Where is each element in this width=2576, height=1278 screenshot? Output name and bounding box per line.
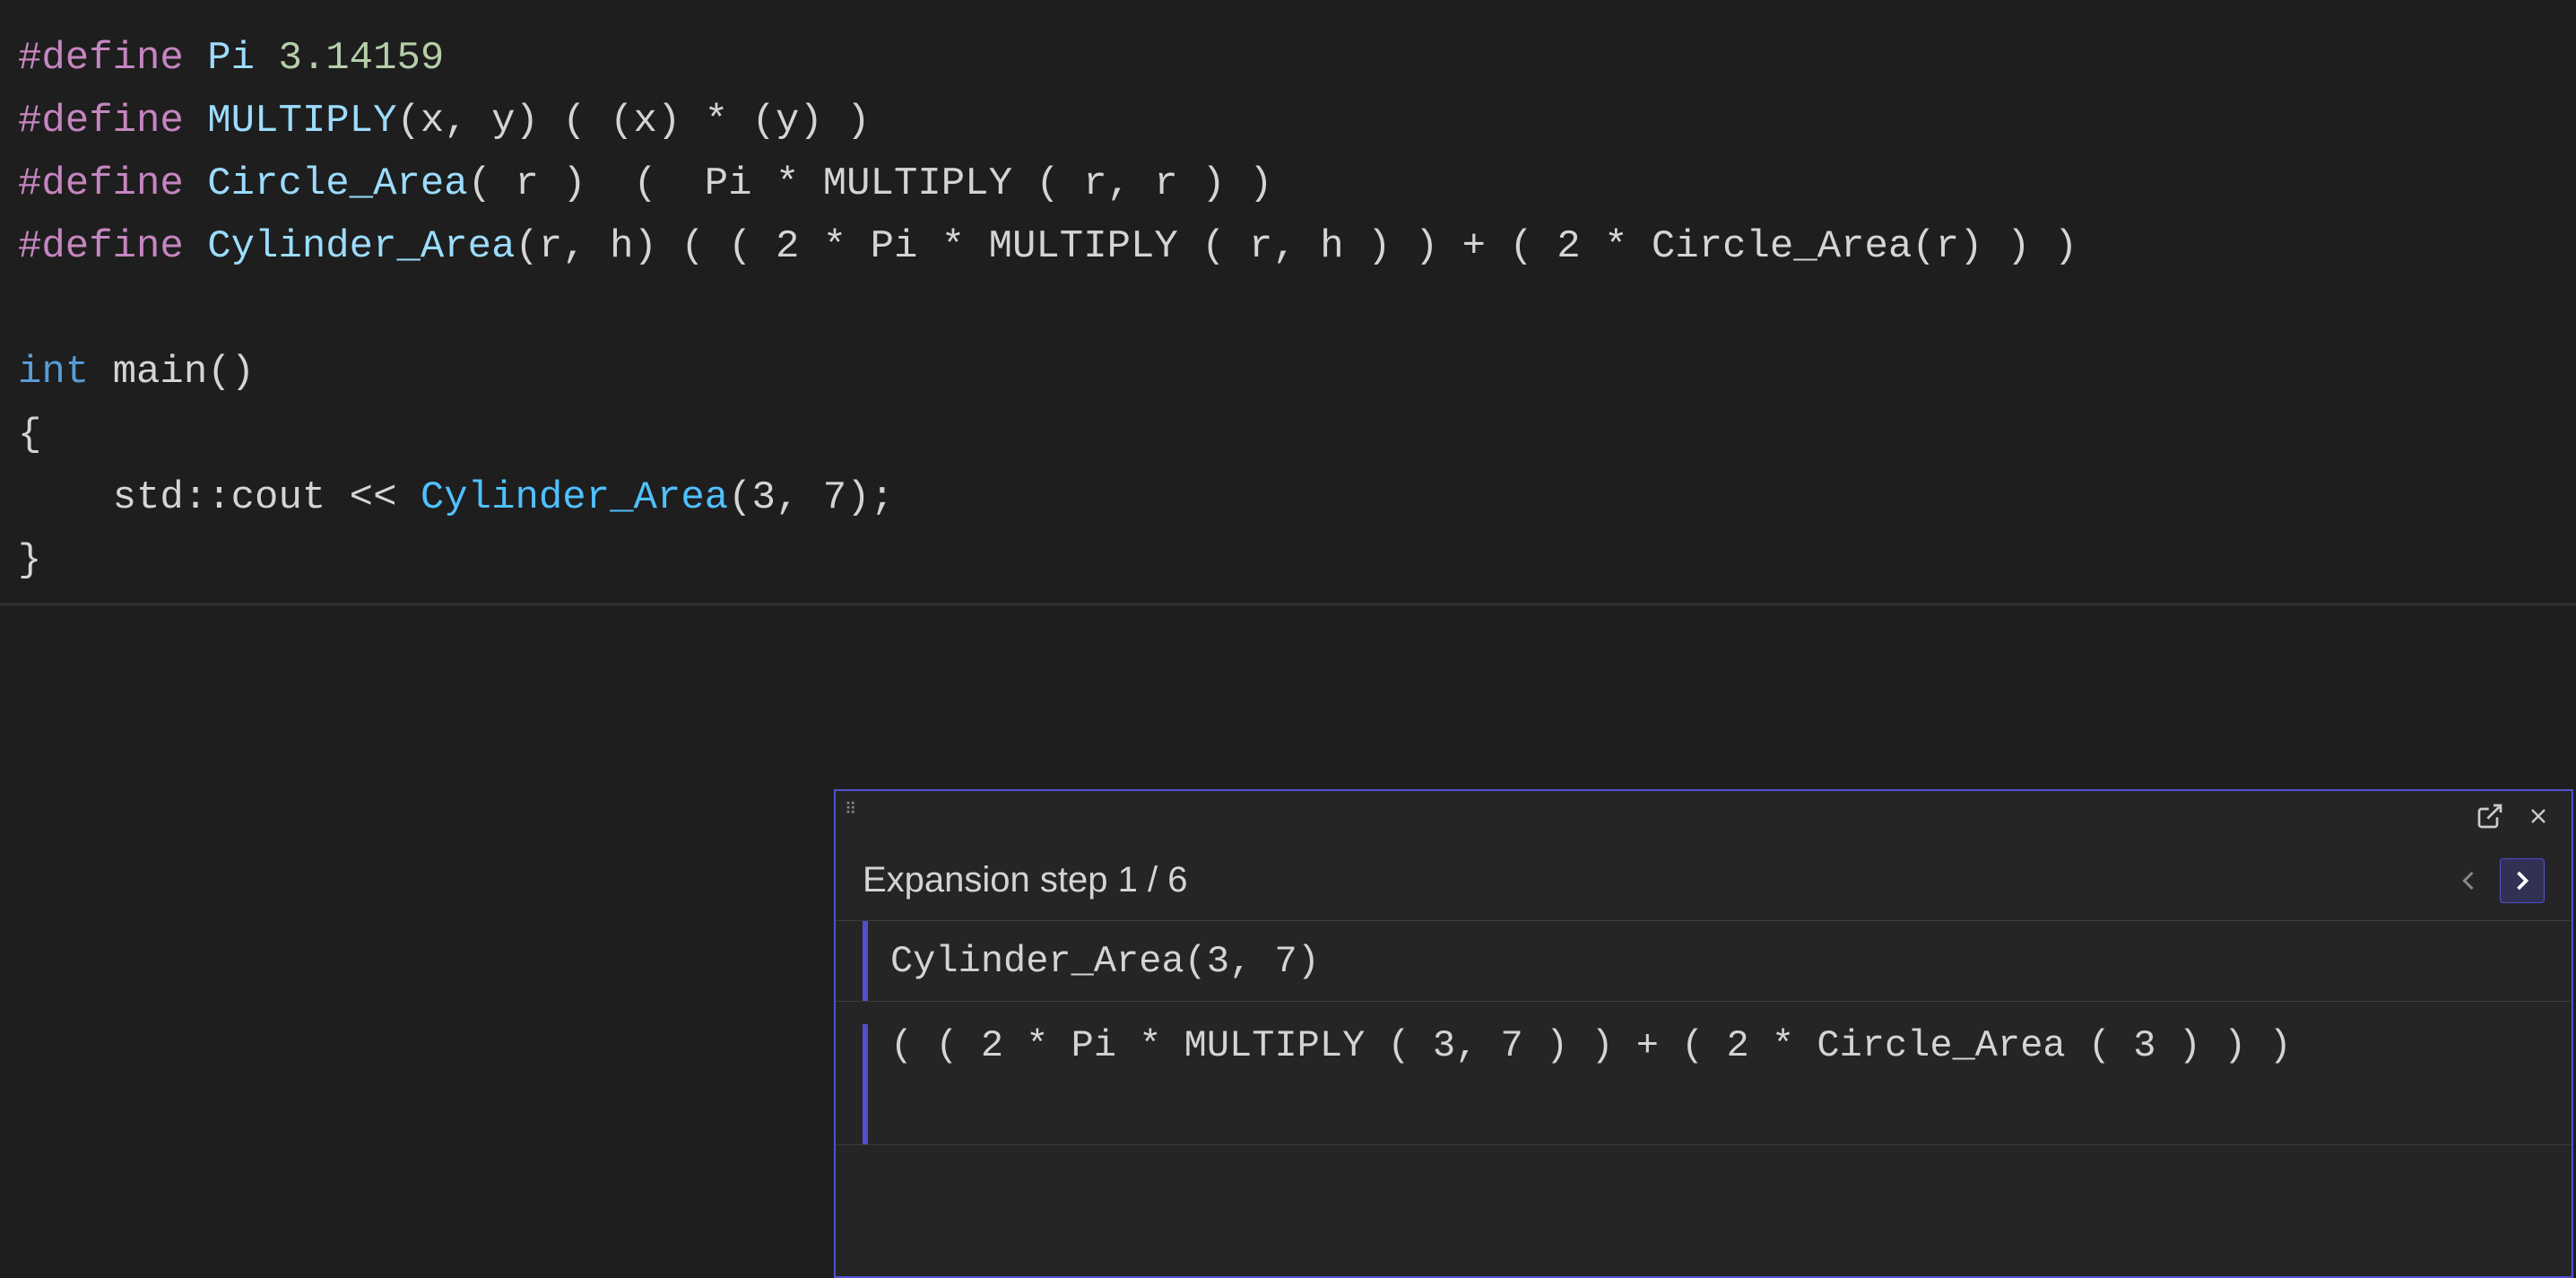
code-line-2: #define MULTIPLY(x, y) ( (x) * (y) ) bbox=[0, 90, 2576, 152]
define-name-cylinder-area: Cylinder_Area bbox=[207, 215, 515, 278]
define-keyword-2: #define bbox=[18, 90, 207, 152]
pi-value: 3.14159 bbox=[255, 27, 444, 90]
drag-handle[interactable]: ⠿ bbox=[845, 800, 858, 820]
panel-header: Expansion step 1 / 6 bbox=[836, 840, 2572, 921]
external-link-icon bbox=[2476, 802, 2504, 830]
main-func: main() bbox=[89, 341, 255, 404]
define-keyword-3: #define bbox=[18, 152, 207, 215]
define-name-pi: Pi bbox=[207, 27, 255, 90]
panel-content-area: Cylinder_Area(3, 7) ( ( 2 * Pi * MULTIPL… bbox=[836, 921, 2572, 1276]
call-args: (3, 7); bbox=[728, 466, 894, 529]
open-brace: { bbox=[18, 404, 41, 466]
row-accent-bar-1 bbox=[863, 921, 868, 1001]
row-accent-bar-2 bbox=[863, 1024, 868, 1144]
circle-area-args: ( r ) ( Pi * MULTIPLY ( r, r ) ) bbox=[468, 152, 1273, 215]
define-name-circle-area: Circle_Area bbox=[207, 152, 467, 215]
close-icon bbox=[2526, 804, 2551, 829]
define-keyword-4: #define bbox=[18, 215, 207, 278]
code-line-9: } bbox=[0, 529, 2576, 592]
cylinder-area-args: (r, h) ( ( 2 * Pi * MULTIPLY ( r, h ) ) … bbox=[516, 215, 2078, 278]
close-brace: } bbox=[18, 529, 41, 592]
code-line-5 bbox=[0, 278, 2576, 341]
forward-nav-button[interactable] bbox=[2500, 858, 2545, 903]
back-nav-button[interactable] bbox=[2446, 858, 2491, 903]
define-name-multiply: MULTIPLY bbox=[207, 90, 396, 152]
forward-icon bbox=[2506, 865, 2538, 897]
define-keyword-1: #define bbox=[18, 27, 207, 90]
code-line-6: int main() bbox=[0, 341, 2576, 404]
original-expression-text: Cylinder_Area(3, 7) bbox=[890, 940, 1320, 983]
expansion-step-label: Expansion step 1 / 6 bbox=[863, 860, 2446, 900]
expanded-expression-row: ( ( 2 * Pi * MULTIPLY ( 3, 7 ) ) + ( 2 *… bbox=[836, 1002, 2572, 1145]
code-line-1: #define Pi 3.14159 bbox=[0, 27, 2576, 90]
close-panel-button[interactable] bbox=[2519, 796, 2558, 836]
multiply-args: (x, y) ( (x) * (y) ) bbox=[396, 90, 870, 152]
cout-prefix: std::cout << bbox=[18, 466, 421, 529]
external-link-button[interactable] bbox=[2470, 796, 2510, 836]
original-expression-row: Cylinder_Area(3, 7) bbox=[836, 921, 2572, 1002]
code-line-4: #define Cylinder_Area(r, h) ( ( 2 * Pi *… bbox=[0, 215, 2576, 278]
panel-top-bar bbox=[2470, 791, 2572, 840]
expanded-expression-text: ( ( 2 * Pi * MULTIPLY ( 3, 7 ) ) + ( 2 *… bbox=[890, 1024, 2292, 1067]
code-line-3: #define Circle_Area( r ) ( Pi * MULTIPLY… bbox=[0, 152, 2576, 215]
panel-nav-buttons bbox=[2446, 858, 2545, 903]
code-line-7: { bbox=[0, 404, 2576, 466]
cylinder-area-call: Cylinder_Area bbox=[421, 466, 728, 529]
int-keyword: int bbox=[18, 341, 89, 404]
code-editor: #define Pi 3.14159 #define MULTIPLY(x, y… bbox=[0, 0, 2576, 610]
expansion-panel: ⠿ Expansion step 1 / 6 bbox=[834, 789, 2573, 1278]
back-icon bbox=[2452, 865, 2485, 897]
code-line-8: std::cout << Cylinder_Area(3, 7); bbox=[0, 466, 2576, 529]
